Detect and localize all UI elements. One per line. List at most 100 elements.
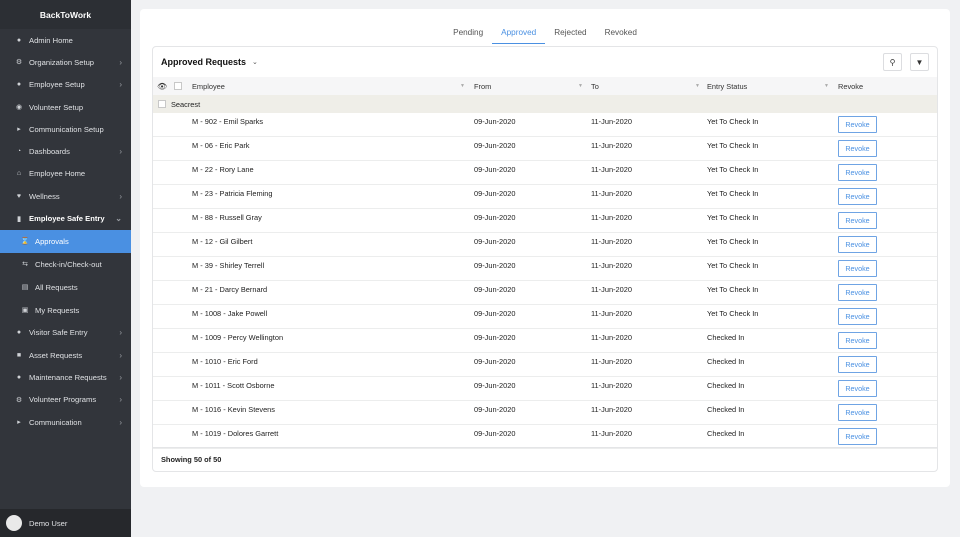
user-menu[interactable]: Demo User	[0, 509, 131, 537]
tab-approved[interactable]: Approved	[492, 23, 546, 44]
revoke-button[interactable]: Revoke	[838, 164, 877, 181]
group-row: Seacrest	[153, 95, 937, 113]
filter-button[interactable]: ▼	[910, 53, 929, 71]
sidebar-item-label: All Requests	[35, 282, 78, 292]
revoke-button[interactable]: Revoke	[838, 140, 877, 157]
eye-icon[interactable]: 👁	[157, 82, 167, 91]
employee-cell: M - 88 - Russell Gray	[192, 213, 262, 222]
employee-cell: M - 23 - Patricia Fleming	[192, 189, 273, 198]
sidebar-item-all-requests[interactable]: ▤ All Requests	[0, 276, 131, 299]
table-row: M - 1008 - Jake Powell 09-Jun-2020 11-Jun-…	[153, 305, 937, 329]
revoke-button[interactable]: Revoke	[838, 428, 877, 445]
revoke-button[interactable]: Revoke	[838, 116, 877, 133]
select-all-checkbox[interactable]	[174, 82, 182, 90]
table-row: M - 88 - Russell Gray 09-Jun-2020 11-Jun-2…	[153, 209, 937, 233]
sidebar-item-label: Check-in/Check-out	[35, 259, 102, 269]
col-entry-status[interactable]: Entry Status	[707, 82, 747, 91]
tab-rejected[interactable]: Rejected	[545, 23, 595, 44]
to-cell: 11-Jun-2020	[591, 261, 632, 270]
sidebar-item-label: Approvals	[35, 236, 69, 246]
revoke-button[interactable]: Revoke	[838, 260, 877, 277]
to-cell: 11-Jun-2020	[591, 381, 632, 390]
from-cell: 09-Jun-2020	[474, 165, 516, 174]
col-from[interactable]: From	[474, 82, 491, 91]
sidebar-item-label: Dashboards	[29, 147, 70, 157]
table-row: M - 1010 - Eric Ford 09-Jun-2020 11-Jun-20…	[153, 353, 937, 377]
revoke-button[interactable]: Revoke	[838, 356, 877, 373]
employee-cell: M - 22 - Rory Lane	[192, 165, 254, 174]
from-cell: 09-Jun-2020	[474, 213, 516, 222]
revoke-button[interactable]: Revoke	[838, 236, 877, 253]
filter-icon: ▼	[915, 57, 924, 67]
to-cell: 11-Jun-2020	[591, 165, 632, 174]
megaphone-icon: ▸	[17, 126, 21, 134]
sidebar-item-wellness[interactable]: ♥ Wellness ›	[0, 185, 131, 207]
sidebar-item-employee-safe-entry[interactable]: ▮ Employee Safe Entry ⌄	[0, 207, 131, 229]
chevron-right-icon: ›	[119, 372, 122, 382]
from-cell: 09-Jun-2020	[474, 381, 516, 390]
sidebar-item-approvals[interactable]: ⌛ Approvals	[0, 229, 131, 253]
sidebar-item-label: Employee Home	[29, 169, 86, 179]
clipboard-icon: ▣	[21, 307, 29, 315]
sidebar-item-maintenance-requests[interactable]: ● Maintenance Requests ›	[0, 366, 131, 388]
to-cell: 11-Jun-2020	[591, 117, 632, 126]
swap-icon: ⇆	[22, 261, 28, 269]
employee-cell: M - 1019 - Dolores Garrett	[192, 429, 279, 438]
group-label: Seacrest	[171, 99, 201, 109]
revoke-button[interactable]: Revoke	[838, 308, 877, 325]
tab-pending[interactable]: Pending	[444, 23, 492, 44]
table-row: M - 1009 - Percy Wellington 09-Jun-2020 11…	[153, 329, 937, 353]
from-cell: 09-Jun-2020	[474, 333, 516, 342]
sidebar-item-dashboards[interactable]: ◔ Dashboards ›	[0, 140, 131, 162]
panel-title[interactable]: Approved Requests	[161, 57, 246, 67]
chevron-right-icon: ›	[119, 328, 122, 338]
sidebar-item-communication[interactable]: ▸ Communication ›	[0, 411, 131, 433]
chevron-right-icon: ›	[119, 147, 122, 157]
revoke-button[interactable]: Revoke	[838, 332, 877, 349]
sidebar-item-check-in-check-out[interactable]: ⇆ Check-in/Check-out	[0, 253, 131, 276]
users-icon: ●	[16, 81, 22, 89]
chevron-right-icon: ›	[119, 417, 122, 427]
sidebar-item-my-requests[interactable]: ▣ My Requests	[0, 299, 131, 322]
search-icon: ⚲	[889, 57, 896, 67]
sidebar-item-admin-home[interactable]: ● Admin Home	[0, 29, 131, 51]
sidebar-item-visitor-safe-entry[interactable]: ● Visitor Safe Entry ›	[0, 322, 131, 344]
revoke-button[interactable]: Revoke	[838, 404, 877, 421]
revoke-button[interactable]: Revoke	[838, 284, 877, 301]
from-cell: 09-Jun-2020	[474, 357, 516, 366]
sidebar-item-volunteer-programs[interactable]: ⚙ Volunteer Programs ›	[0, 389, 131, 411]
home-icon: ⌂	[16, 170, 22, 178]
sidebar-item-communication-setup[interactable]: ▸ Communication Setup	[0, 118, 131, 140]
revoke-button[interactable]: Revoke	[838, 188, 877, 205]
col-employee[interactable]: Employee	[192, 82, 225, 91]
sidebar-item-organization-setup[interactable]: ⚙ Organization Setup ›	[0, 51, 131, 73]
sort-icon[interactable]: ▼	[695, 83, 700, 89]
sidebar-item-employee-setup[interactable]: ● Employee Setup ›	[0, 74, 131, 96]
table-row: M - 1019 - Dolores Garrett 09-Jun-2020 11-…	[153, 425, 937, 449]
to-cell: 11-Jun-2020	[591, 189, 632, 198]
from-cell: 09-Jun-2020	[474, 261, 516, 270]
sort-icon[interactable]: ▼	[578, 83, 583, 89]
to-cell: 11-Jun-2020	[591, 405, 632, 414]
sort-icon[interactable]: ▼	[824, 83, 829, 89]
col-to[interactable]: To	[591, 82, 599, 91]
pie-chart-icon: ◔	[16, 148, 22, 156]
sidebar-item-employee-home[interactable]: ⌂ Employee Home	[0, 163, 131, 185]
gear-icon: ⚙	[15, 59, 23, 67]
sidebar-item-label: Communication	[29, 417, 82, 427]
to-cell: 11-Jun-2020	[591, 141, 632, 150]
chevron-down-icon[interactable]: ⌄	[252, 58, 258, 66]
revoke-button[interactable]: Revoke	[838, 212, 877, 229]
sidebar-item-label: Maintenance Requests	[29, 372, 107, 382]
to-cell: 11-Jun-2020	[591, 333, 632, 342]
group-checkbox[interactable]	[158, 100, 166, 108]
revoke-button[interactable]: Revoke	[838, 380, 877, 397]
table-row: M - 1016 - Kevin Stevens 09-Jun-2020 11-Ju…	[153, 401, 937, 425]
search-button[interactable]: ⚲	[883, 53, 902, 71]
entry-status-cell: Checked In	[707, 333, 745, 342]
chevron-right-icon: ›	[119, 80, 122, 90]
sidebar-item-asset-requests[interactable]: ■ Asset Requests ›	[0, 344, 131, 366]
sidebar-item-volunteer-setup[interactable]: ◉ Volunteer Setup	[0, 96, 131, 118]
sort-icon[interactable]: ▼	[460, 83, 465, 89]
tab-revoked[interactable]: Revoked	[596, 23, 646, 44]
